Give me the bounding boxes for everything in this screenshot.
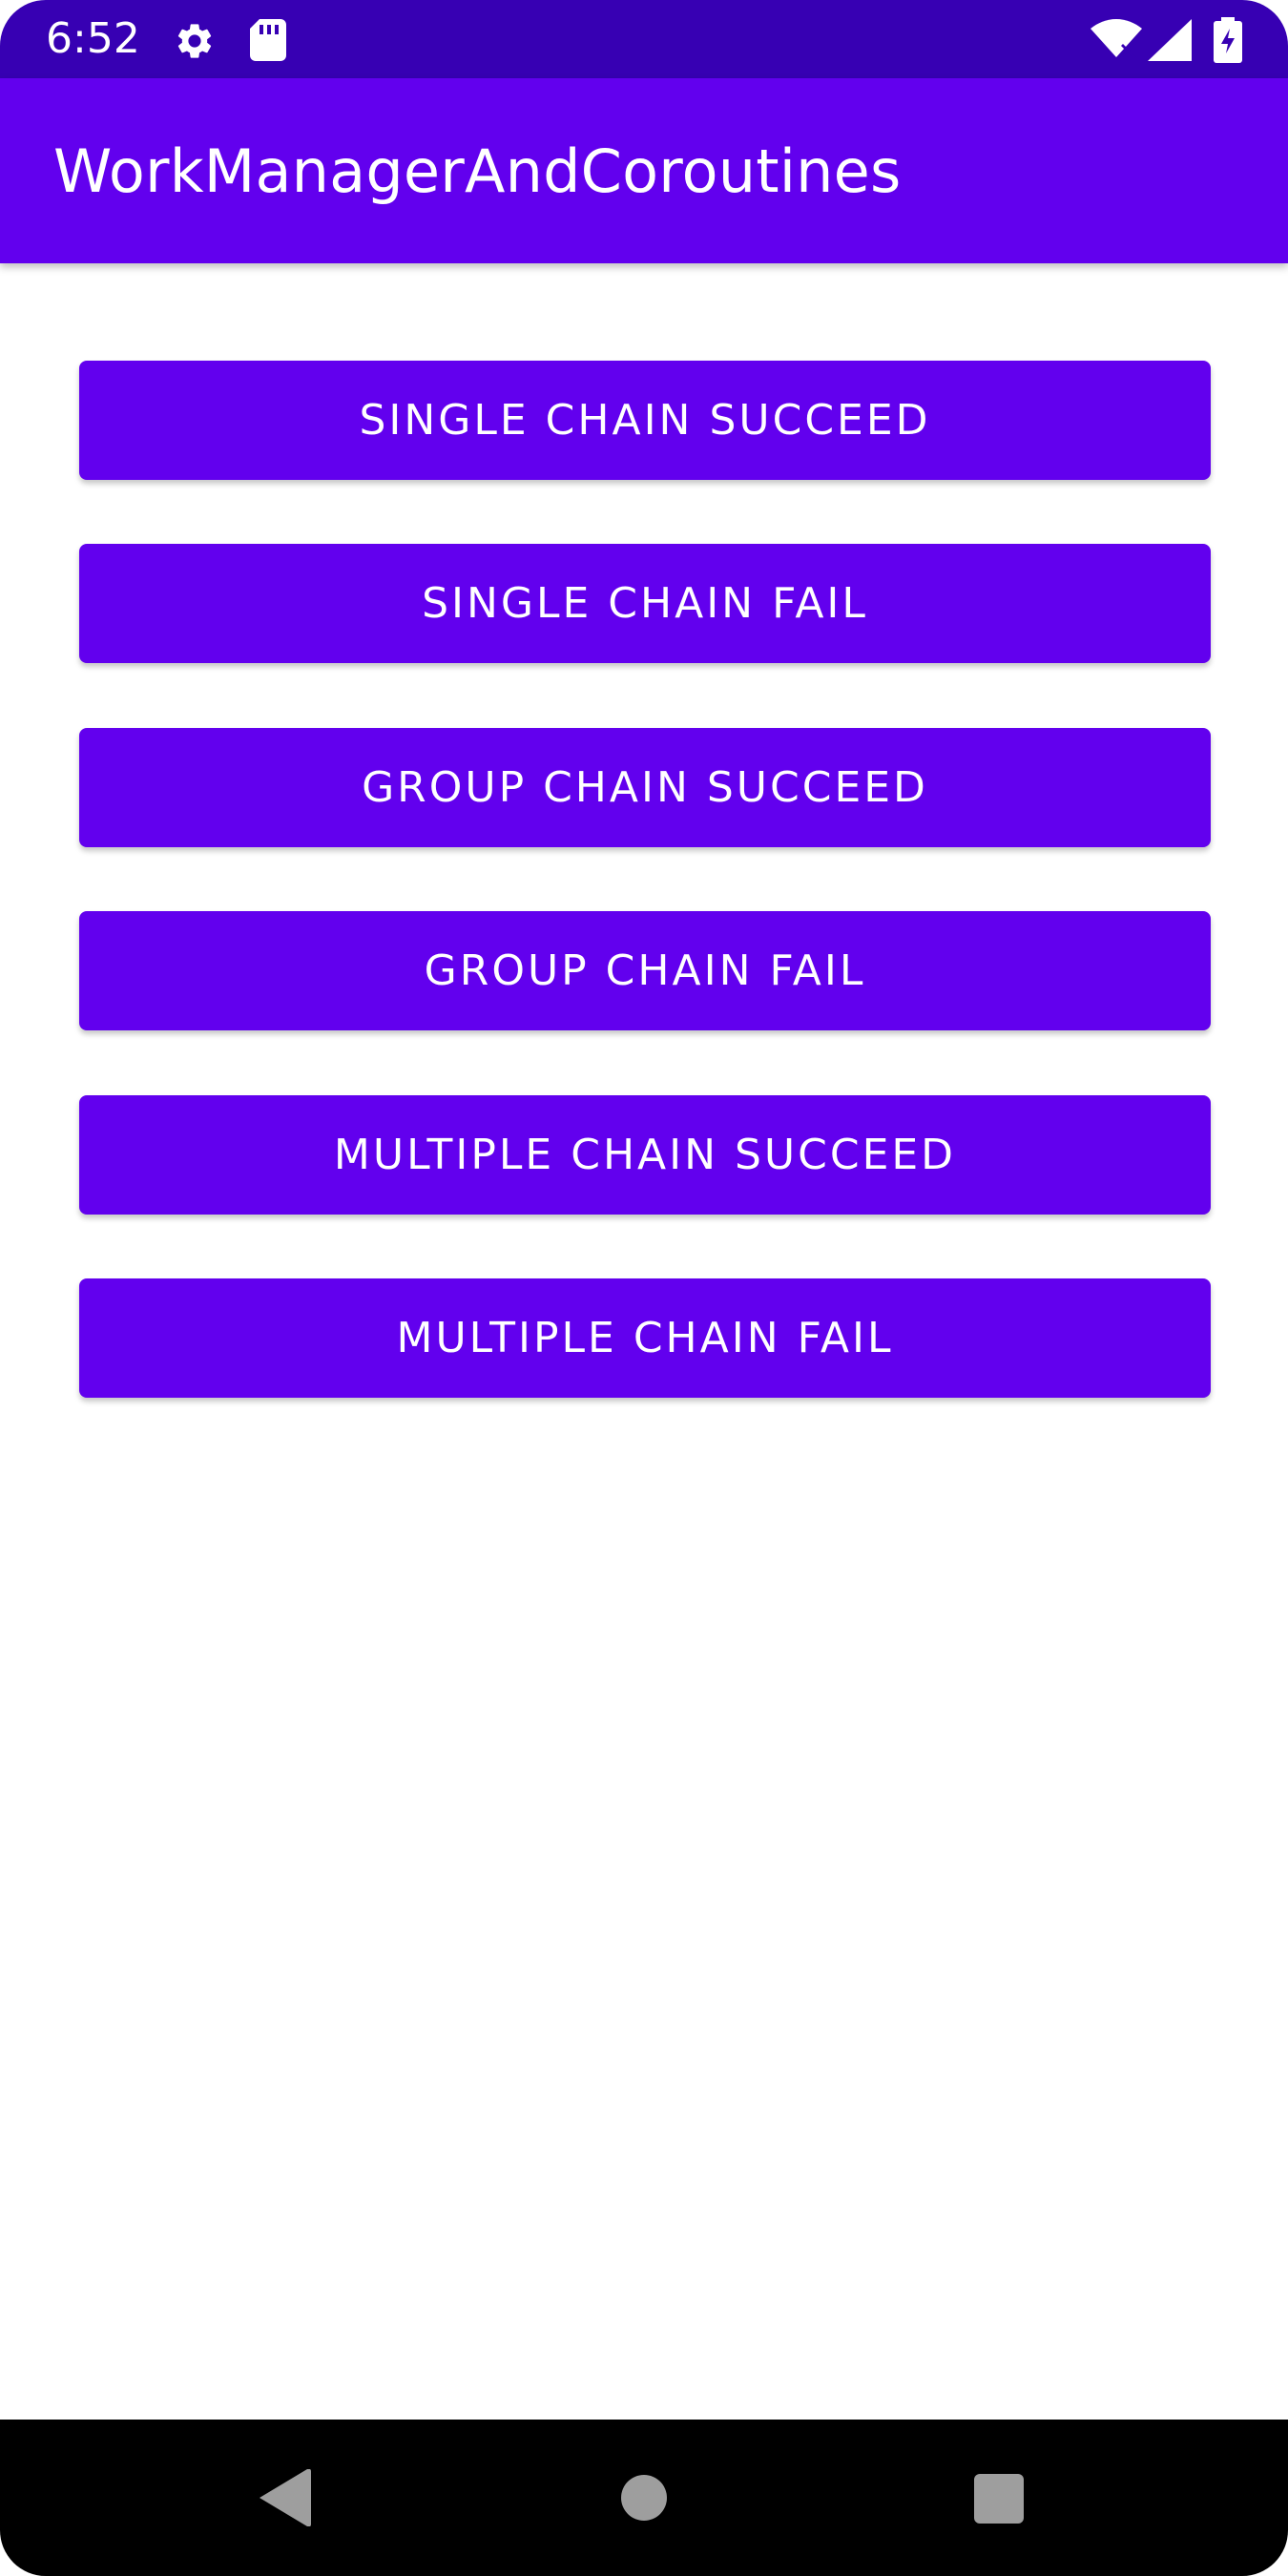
multiple-chain-fail-button[interactable]: MULTIPLE CHAIN FAIL [79, 1278, 1211, 1398]
single-chain-succeed-button[interactable]: SINGLE CHAIN SUCCEED [79, 361, 1211, 480]
single-chain-fail-button[interactable]: SINGLE CHAIN FAIL [79, 544, 1211, 663]
wifi-off-icon [1091, 19, 1142, 57]
group-chain-succeed-button[interactable]: GROUP CHAIN SUCCEED [79, 728, 1211, 847]
multiple-chain-succeed-button[interactable]: MULTIPLE CHAIN SUCCEED [79, 1095, 1211, 1215]
app-title: WorkManagerAndCoroutines [53, 136, 902, 206]
main-content: SINGLE CHAIN SUCCEED SINGLE CHAIN FAIL G… [0, 263, 1288, 2420]
phone-screen: 6:52 WorkManagerAndCoroutines SINGLE CHA… [0, 0, 1288, 2576]
group-chain-fail-button[interactable]: GROUP CHAIN FAIL [79, 911, 1211, 1030]
home-icon[interactable] [621, 2475, 667, 2521]
battery-charging-icon [1214, 17, 1242, 63]
signal-icon [1148, 19, 1192, 61]
back-icon[interactable] [260, 2469, 311, 2526]
sd-card-icon [250, 19, 286, 61]
recents-icon[interactable] [974, 2474, 1024, 2524]
navigation-bar [0, 2420, 1288, 2576]
status-bar: 6:52 [0, 0, 1288, 78]
app-bar: WorkManagerAndCoroutines [0, 78, 1288, 263]
gear-icon [177, 24, 212, 58]
status-time: 6:52 [46, 14, 140, 63]
